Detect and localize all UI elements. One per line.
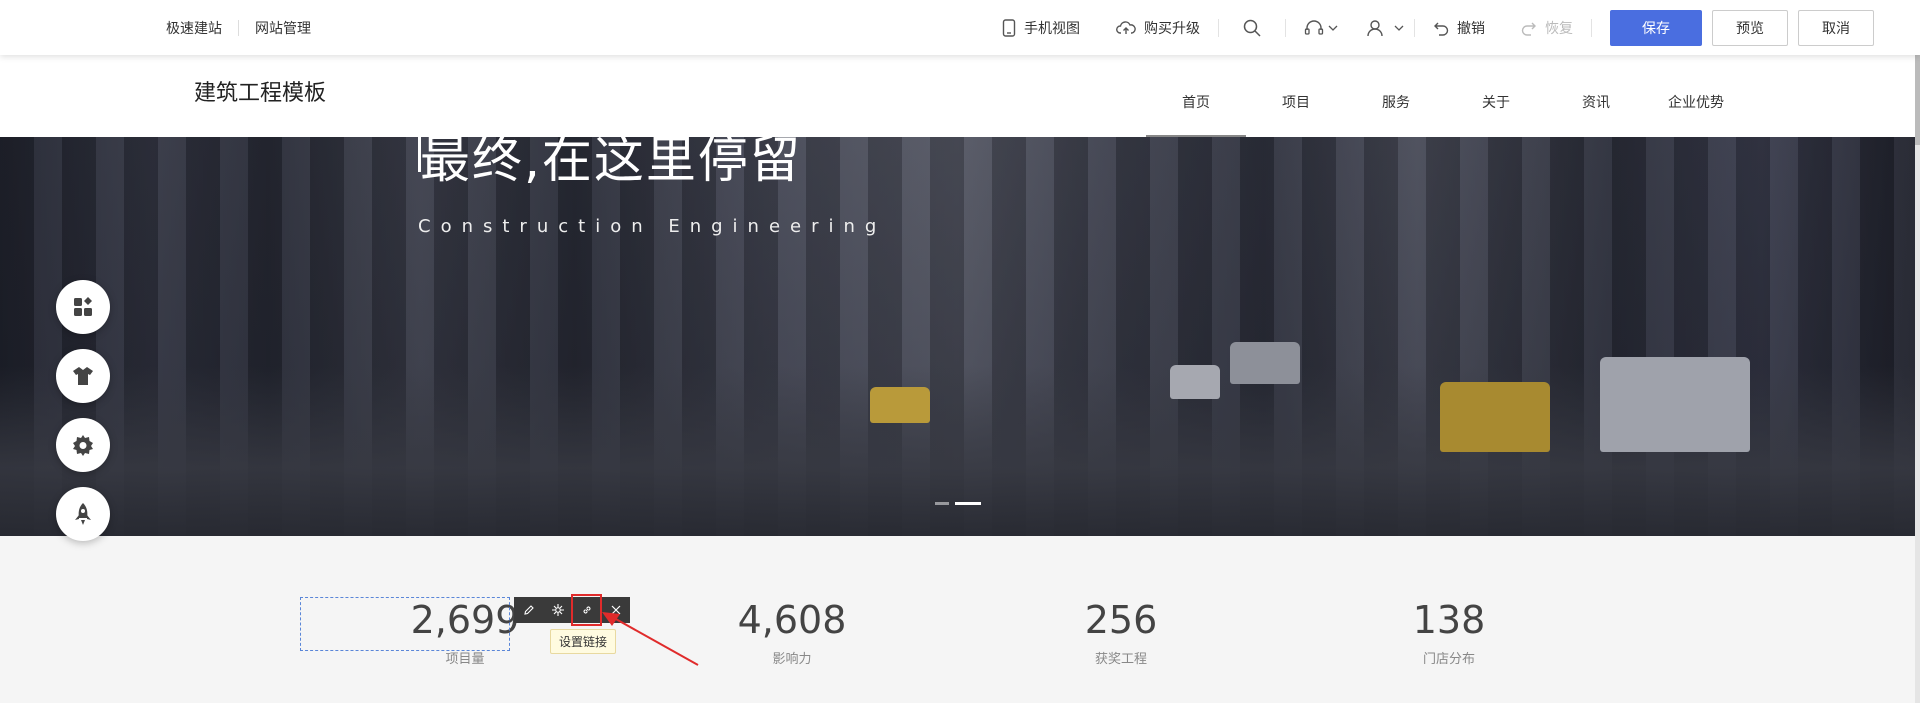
editor-toolbar: 极速建站 网站管理 手机视图 购买升级 撤销 恢复 保存 预览 取消 xyxy=(0,0,1920,55)
redo-button[interactable]: 恢复 xyxy=(1503,18,1591,38)
theme-button[interactable] xyxy=(56,349,110,403)
site-nav: 首页 项目 服务 关于 资讯 企业优势 xyxy=(1146,55,1746,137)
search-button[interactable] xyxy=(1219,19,1285,37)
nav-item-services[interactable]: 服务 xyxy=(1346,61,1446,143)
left-tool-rail xyxy=(56,280,110,556)
nav-item-home[interactable]: 首页 xyxy=(1146,61,1246,143)
nav-item-advantages[interactable]: 企业优势 xyxy=(1646,61,1746,143)
upgrade-button[interactable]: 购买升级 xyxy=(1098,18,1218,38)
mobile-view-label: 手机视图 xyxy=(1024,19,1080,36)
gear-icon xyxy=(73,435,93,456)
page-scrollbar[interactable] xyxy=(1915,55,1920,703)
selected-element-outline xyxy=(300,597,510,651)
carousel-dot-active[interactable] xyxy=(955,502,981,505)
undo-icon xyxy=(1434,22,1449,36)
stat-label: 获奖工程 xyxy=(1094,651,1147,666)
pencil-icon xyxy=(523,605,534,615)
annotation-arrow xyxy=(602,612,699,666)
stat-label: 门店分布 xyxy=(1422,651,1475,666)
taxi-shape xyxy=(870,387,930,423)
chevron-down-icon xyxy=(1394,25,1404,31)
hero-banner[interactable] xyxy=(0,137,1915,536)
cancel-button[interactable]: 取消 xyxy=(1798,9,1874,46)
publish-button[interactable] xyxy=(56,487,110,541)
car-shape xyxy=(1230,342,1300,384)
nav-item-about[interactable]: 关于 xyxy=(1446,61,1546,143)
toolbar-left: 极速建站 网站管理 xyxy=(150,0,327,55)
site-manage-link[interactable]: 网站管理 xyxy=(239,18,327,38)
phone-icon xyxy=(1002,18,1016,37)
site-title[interactable]: 建筑工程模板 xyxy=(194,75,326,107)
nav-item-news[interactable]: 资讯 xyxy=(1546,61,1646,143)
shirt-icon xyxy=(73,367,93,385)
car-shape xyxy=(1170,365,1220,399)
sparkle-icon xyxy=(551,604,564,616)
stat-value: 4,608 xyxy=(737,598,847,642)
add-module-button[interactable] xyxy=(56,280,110,334)
nav-item-projects[interactable]: 项目 xyxy=(1246,61,1346,143)
chevron-down-icon xyxy=(1328,25,1338,31)
cloud-upload-icon xyxy=(1116,20,1136,34)
stat-value: 138 xyxy=(1412,598,1486,642)
taxi-shape xyxy=(1440,382,1550,452)
toolbar-right: 手机视图 购买升级 撤销 恢复 保存 预览 取消 xyxy=(984,0,1874,55)
user-icon xyxy=(1367,19,1383,36)
stat-label: 影响力 xyxy=(772,651,812,666)
link-icon xyxy=(582,606,591,614)
undo-label: 撤销 xyxy=(1457,19,1485,36)
support-dropdown[interactable] xyxy=(1286,19,1356,37)
modules-icon xyxy=(74,297,92,316)
rocket-icon xyxy=(75,503,91,525)
user-dropdown[interactable] xyxy=(1356,19,1414,37)
animation-button[interactable] xyxy=(543,597,572,623)
redo-icon xyxy=(1521,22,1536,36)
upgrade-label: 购买升级 xyxy=(1144,19,1200,36)
carousel-dot[interactable] xyxy=(935,502,949,505)
set-link-button[interactable] xyxy=(571,594,602,626)
stat-item[interactable]: 138 门店分布 xyxy=(1349,598,1549,667)
mobile-view-button[interactable]: 手机视图 xyxy=(984,18,1098,38)
headset-icon xyxy=(1304,19,1324,35)
stat-item[interactable]: 4,608 影响力 xyxy=(692,598,892,667)
scrollbar-thumb[interactable] xyxy=(1915,55,1920,145)
divider xyxy=(1591,18,1592,37)
undo-button[interactable]: 撤销 xyxy=(1415,18,1503,38)
edit-element-button[interactable] xyxy=(514,597,543,623)
stat-value: 256 xyxy=(1084,598,1158,642)
quick-build-link[interactable]: 极速建站 xyxy=(150,18,238,38)
settings-button[interactable] xyxy=(56,418,110,472)
van-shape xyxy=(1600,357,1750,452)
carousel-dots xyxy=(935,502,981,505)
stats-section: 2,699 项目量 4,608 影响力 256 获奖工程 138 门店分布 xyxy=(0,536,1915,703)
stat-item[interactable]: 256 获奖工程 xyxy=(1021,598,1221,667)
redo-label: 恢复 xyxy=(1545,19,1573,36)
search-icon xyxy=(1243,19,1261,37)
hero-subtitle[interactable]: Construction Engineering xyxy=(418,216,886,237)
preview-button[interactable]: 预览 xyxy=(1712,9,1788,46)
site-header: 建筑工程模板 首页 项目 服务 关于 资讯 企业优势 xyxy=(0,55,1915,137)
save-button[interactable]: 保存 xyxy=(1610,9,1702,46)
